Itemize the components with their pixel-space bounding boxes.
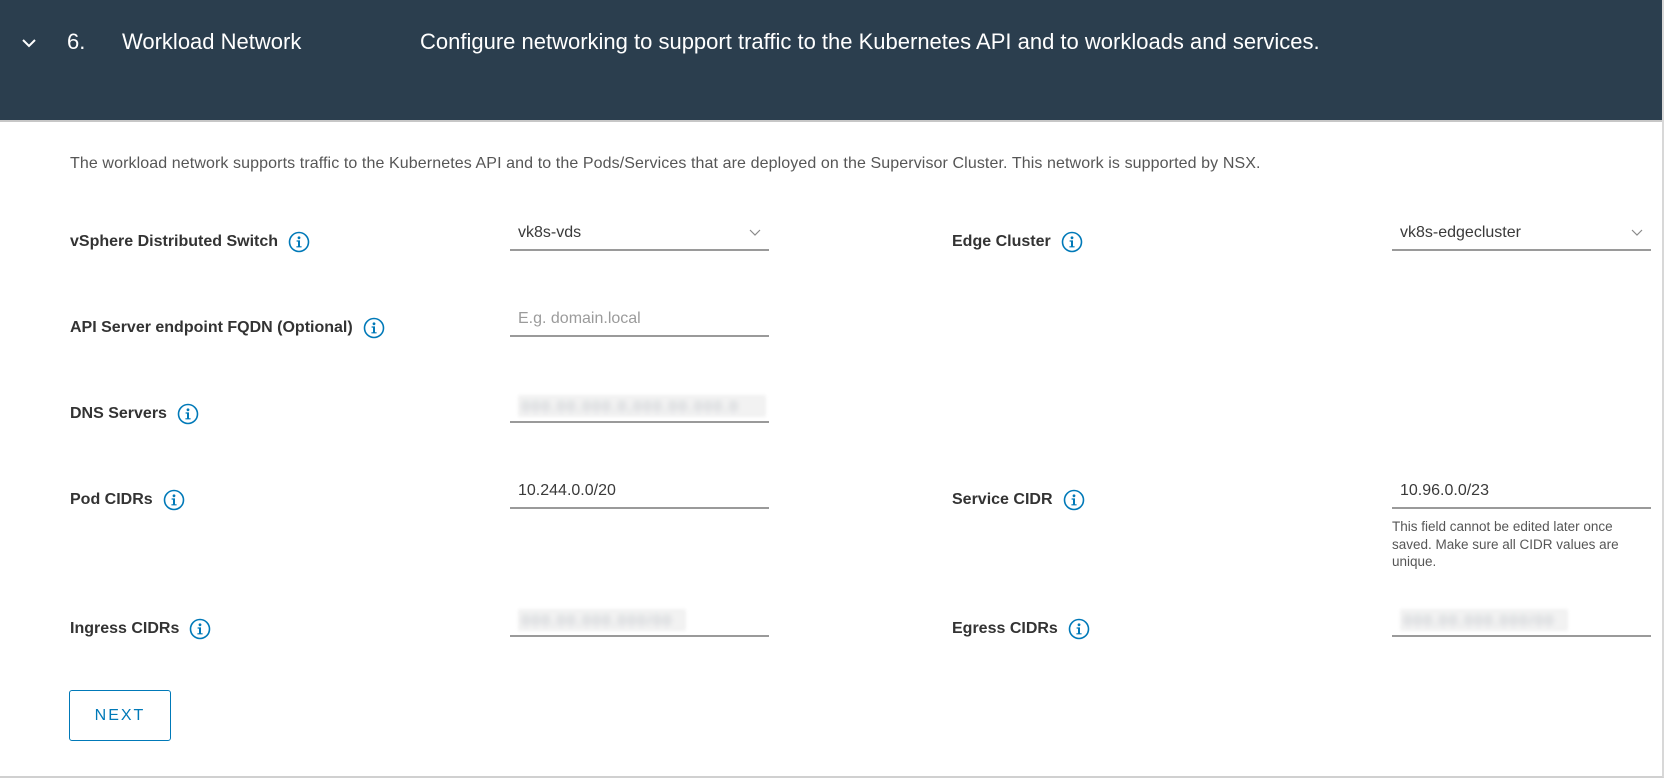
pod-cidrs-label: Pod CIDRs [70,488,185,512]
info-icon[interactable] [177,403,199,425]
dns-servers-input[interactable]: 000.00.000.0,000.00.000.0 [510,391,769,423]
api-fqdn-label-text: API Server endpoint FQDN (Optional) [70,319,353,336]
dns-servers-label: DNS Servers [70,402,199,426]
edge-cluster-label-text: Edge Cluster [952,233,1051,250]
edge-cluster-label: Edge Cluster [952,230,1083,254]
redacted-value: 000.00.000.000/00 [1400,609,1568,631]
edge-cluster-select[interactable]: vk8s-edgecluster [1392,219,1651,251]
vds-label-text: vSphere Distributed Switch [70,233,279,250]
api-fqdn-input[interactable]: E.g. domain.local [510,305,769,337]
pod-cidrs-label-text: Pod CIDRs [70,491,153,508]
service-cidr-value: 10.96.0.0/23 [1400,482,1489,499]
chevron-down-icon [749,229,761,236]
egress-cidrs-input[interactable]: 000.00.000.000/00 [1392,605,1651,637]
service-cidr-label: Service CIDR [952,488,1085,512]
service-cidr-label-text: Service CIDR [952,491,1053,508]
info-icon[interactable] [1061,231,1083,253]
info-icon[interactable] [189,618,211,640]
info-icon[interactable] [163,489,185,511]
ingress-cidrs-input[interactable]: 000.00.000.000/00 [510,605,769,637]
step-number: 6. [67,29,86,54]
redacted-text: 000.00.000.000/00 [522,612,673,628]
egress-cidrs-label-text: Egress CIDRs [952,620,1058,637]
dns-servers-label-text: DNS Servers [70,405,167,422]
service-cidr-input[interactable]: 10.96.0.0/23 [1392,477,1651,509]
info-icon[interactable] [1063,489,1085,511]
info-icon[interactable] [1068,618,1090,640]
api-fqdn-label: API Server endpoint FQDN (Optional) [70,316,385,340]
info-icon[interactable] [288,231,310,253]
edge-cluster-value: vk8s-edgecluster [1400,224,1521,241]
egress-cidrs-label: Egress CIDRs [952,617,1090,641]
chevron-down-icon[interactable] [20,34,38,52]
vds-label: vSphere Distributed Switch [70,230,310,254]
step-header[interactable]: 6. Workload Network Configure networking… [0,0,1662,122]
vds-select[interactable]: vk8s-vds [510,219,769,251]
ingress-cidrs-label: Ingress CIDRs [70,617,211,641]
service-cidr-helper-text: This field cannot be edited later once s… [1392,519,1619,569]
vds-value: vk8s-vds [518,224,582,241]
redacted-text: 000.00.000.0,000.00.000.0 [522,398,740,414]
redacted-value: 000.00.000.0,000.00.000.0 [518,395,766,417]
ingress-cidrs-label-text: Ingress CIDRs [70,620,180,637]
pod-cidrs-value: 10.244.0.0/20 [518,482,616,499]
intro-text: The workload network supports traffic to… [70,155,1261,172]
info-icon[interactable] [363,317,385,339]
redacted-value: 000.00.000.000/00 [518,609,686,631]
chevron-down-icon [1631,229,1643,236]
redacted-text: 000.00.000.000/00 [1404,612,1555,628]
step-title: Workload Network [122,29,302,54]
workload-network-panel: 6. Workload Network Configure networking… [0,0,1664,778]
step-description: Configure networking to support traffic … [420,29,1320,54]
api-fqdn-placeholder: E.g. domain.local [518,310,641,327]
next-button[interactable]: NEXT [69,690,171,741]
pod-cidrs-input[interactable]: 10.244.0.0/20 [510,477,769,509]
